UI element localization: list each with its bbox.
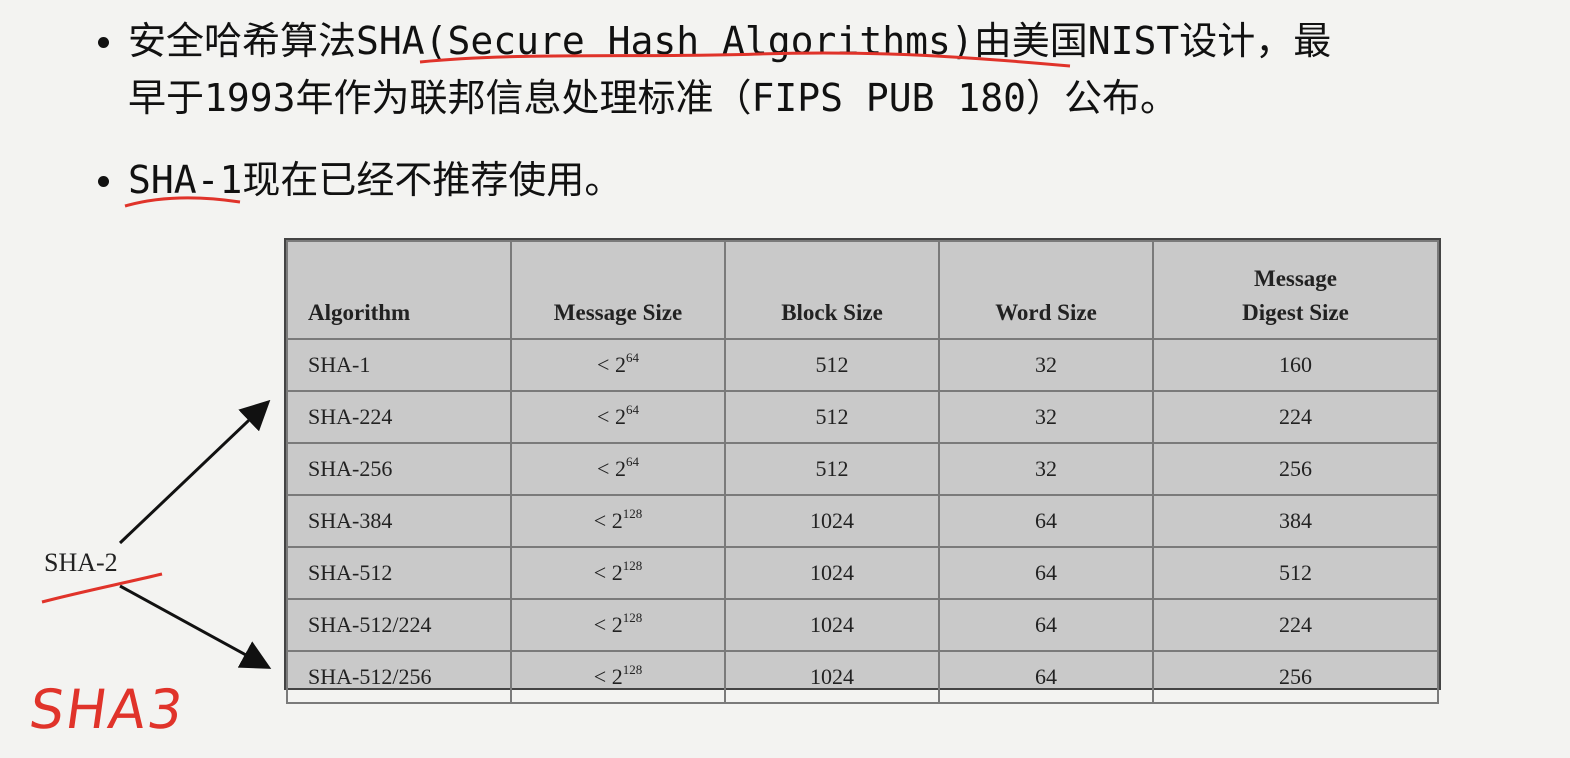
sha3-handwritten-label: SHA3 <box>25 678 189 741</box>
table-row: SHA-1 < 264 512 32 160 <box>286 338 1439 392</box>
table-row: SHA-512/256 < 2128 1024 64 256 <box>286 650 1439 704</box>
table-row: SHA-256 < 264 512 32 256 <box>286 442 1439 496</box>
cell-algorithm: SHA-1 <box>286 338 512 392</box>
cell-message-size: < 264 <box>510 442 726 496</box>
cell-message-size: < 264 <box>510 390 726 444</box>
message-size-exponent: 128 <box>622 662 643 677</box>
sha-comparison-table: Algorithm Message Size Block Size Word S… <box>284 238 1441 704</box>
cell-algorithm: SHA-512/256 <box>286 650 512 704</box>
arrow-up <box>118 399 271 545</box>
message-size-base: < 2 <box>597 352 626 377</box>
table-row: SHA-384 < 2128 1024 64 384 <box>286 494 1439 548</box>
cell-block: 1024 <box>724 598 940 652</box>
message-size-exponent: 64 <box>625 454 639 469</box>
bullet-1-line-1: 安全哈希算法SHA(Secure Hash Algorithms)由美国NIST… <box>128 19 1332 63</box>
cell-message-size: < 2128 <box>510 650 726 704</box>
cell-message-size: < 2128 <box>510 598 726 652</box>
cell-word: 64 <box>938 494 1154 548</box>
cell-word: 64 <box>938 598 1154 652</box>
message-size-base: < 2 <box>593 612 623 637</box>
cell-digest: 256 <box>1152 442 1439 496</box>
cell-digest: 224 <box>1152 390 1439 444</box>
cell-digest: 160 <box>1152 338 1439 392</box>
message-size-exponent: 128 <box>622 558 643 573</box>
cell-message-size: < 2128 <box>510 494 726 548</box>
cell-digest: 384 <box>1152 494 1439 548</box>
table-header-row: Algorithm Message Size Block Size Word S… <box>286 240 1439 340</box>
cell-message-size: < 264 <box>510 338 726 392</box>
cell-word: 32 <box>938 338 1154 392</box>
bullet-1-line-2: 早于1993年作为联邦信息处理标准（FIPS PUB 180）公布。 <box>128 76 1179 120</box>
arrow-down <box>119 584 272 669</box>
cell-digest: 512 <box>1152 546 1439 600</box>
cell-block: 512 <box>724 338 940 392</box>
sha2-label: SHA-2 <box>44 548 118 577</box>
cell-word: 64 <box>938 546 1154 600</box>
message-size-base: < 2 <box>597 456 626 481</box>
message-size-exponent: 128 <box>622 506 643 521</box>
cell-word: 32 <box>938 442 1154 496</box>
header-message-size: Message Size <box>510 240 726 340</box>
message-size-exponent: 128 <box>622 610 643 625</box>
message-size-exponent: 64 <box>625 350 639 365</box>
table-row: SHA-224 < 264 512 32 224 <box>286 390 1439 444</box>
cell-block: 1024 <box>724 650 940 704</box>
header-word-size: Word Size <box>938 240 1154 340</box>
cell-block: 1024 <box>724 494 940 548</box>
cell-algorithm: SHA-384 <box>286 494 512 548</box>
cell-message-size: < 2128 <box>510 546 726 600</box>
cell-algorithm: SHA-512/224 <box>286 598 512 652</box>
message-size-base: < 2 <box>593 508 623 533</box>
underline-sha2 <box>41 572 163 604</box>
cell-block: 1024 <box>724 546 940 600</box>
message-size-base: < 2 <box>593 664 623 689</box>
message-size-exponent: 64 <box>625 402 639 417</box>
header-digest-size: Message Digest Size <box>1152 240 1439 340</box>
bullet-2-line-1: SHA-1现在已经不推荐使用。 <box>128 158 623 202</box>
cell-digest: 256 <box>1152 650 1439 704</box>
cell-block: 512 <box>724 442 940 496</box>
cell-algorithm: SHA-224 <box>286 390 512 444</box>
cell-digest: 224 <box>1152 598 1439 652</box>
cell-word: 32 <box>938 390 1154 444</box>
cell-algorithm: SHA-256 <box>286 442 512 496</box>
cell-algorithm: SHA-512 <box>286 546 512 600</box>
table-row: SHA-512 < 2128 1024 64 512 <box>286 546 1439 600</box>
table-row: SHA-512/224 < 2128 1024 64 224 <box>286 598 1439 652</box>
bullet-dot <box>98 176 109 187</box>
cell-block: 512 <box>724 390 940 444</box>
bullet-dot <box>98 37 109 48</box>
header-algorithm: Algorithm <box>286 240 512 340</box>
message-size-base: < 2 <box>597 404 626 429</box>
cell-word: 64 <box>938 650 1154 704</box>
message-size-base: < 2 <box>593 560 623 585</box>
header-block-size: Block Size <box>724 240 940 340</box>
